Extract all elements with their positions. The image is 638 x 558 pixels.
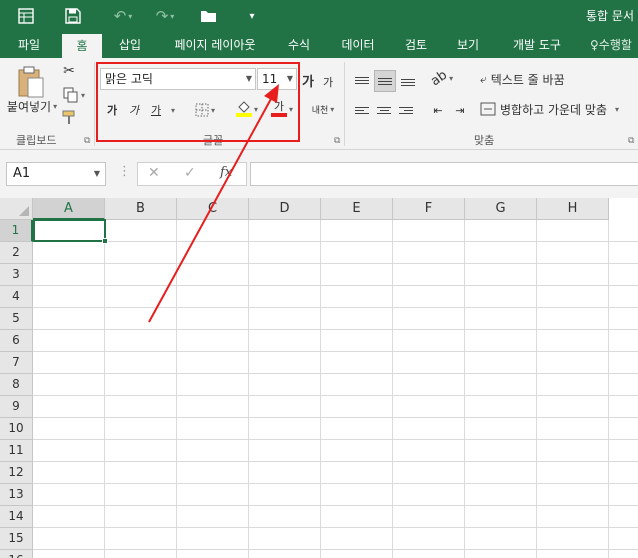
clipboard-launcher-icon[interactable]: ⧉ [84, 136, 90, 146]
decrease-indent-icon[interactable]: ⇤ [428, 100, 448, 120]
group-divider [344, 62, 345, 146]
column-header-b[interactable]: B [105, 198, 177, 220]
row-header-11[interactable]: 11 [0, 440, 33, 462]
orientation-icon: ab [428, 67, 450, 89]
align-center-button[interactable] [374, 100, 394, 120]
align-middle-icon [378, 77, 392, 85]
active-cell-a1[interactable] [33, 219, 106, 242]
align-bottom-button[interactable] [398, 72, 418, 92]
worksheet-grid: ABCDEFGH 12345678910111213141516 [0, 198, 638, 558]
column-header-h[interactable]: H [537, 198, 609, 220]
phonetic-guide-button[interactable]: 내천 ▾ [306, 98, 340, 120]
alignment-group-label: 맞춤 [474, 134, 495, 147]
redo-icon[interactable]: ↷ ▾ [148, 0, 182, 32]
row-header-4[interactable]: 4 [0, 286, 33, 308]
orientation-button[interactable]: ab ▾ [428, 67, 456, 89]
title-bar: ↶ ▾ ↷ ▾ ▾ 통합 문서 [0, 0, 638, 32]
column-header-g[interactable]: G [465, 198, 537, 220]
tab-data[interactable]: 데이터 [330, 32, 386, 58]
annotation-highlight-box [96, 62, 300, 142]
tab-file[interactable]: 파일 [6, 32, 52, 58]
alignment-launcher-icon[interactable]: ⧉ [628, 136, 634, 146]
increase-indent-icon[interactable]: ⇥ [450, 100, 470, 120]
row-header-14[interactable]: 14 [0, 506, 33, 528]
enter-icon[interactable]: ✓ [184, 165, 196, 181]
align-center-icon [377, 106, 391, 114]
align-right-button[interactable] [396, 100, 416, 120]
row-header-3[interactable]: 3 [0, 264, 33, 286]
formula-bar: A1 ▼ ⋮ ✕ ✓ fx [0, 150, 638, 198]
copy-button[interactable]: ▾ [58, 86, 90, 104]
lightbulb-icon: ♀ [590, 38, 599, 52]
row-header-6[interactable]: 6 [0, 330, 33, 352]
name-box[interactable]: A1 ▼ [6, 162, 106, 186]
formula-buttons: ✕ ✓ fx [137, 162, 247, 186]
document-title: 통합 문서 [586, 9, 634, 23]
row-header-8[interactable]: 8 [0, 374, 33, 396]
decrease-font-button[interactable]: 가 [320, 73, 336, 91]
merge-center-button[interactable]: 병합하고 가운데 맞춤 ▾ [480, 98, 636, 120]
tab-page-layout[interactable]: 페이지 레이아웃 [160, 32, 270, 58]
paste-button[interactable] [8, 64, 54, 100]
column-header-a[interactable]: A [33, 198, 105, 220]
align-right-icon [399, 106, 413, 114]
cancel-icon[interactable]: ✕ [148, 165, 160, 181]
row-header-1[interactable]: 1 [0, 220, 33, 242]
select-all-button[interactable] [0, 198, 33, 220]
cut-icon[interactable]: ✂ [60, 62, 78, 80]
tab-review[interactable]: 검토 [394, 32, 438, 58]
row-header-5[interactable]: 5 [0, 308, 33, 330]
row-header-10[interactable]: 10 [0, 418, 33, 440]
align-middle-button[interactable] [374, 70, 396, 92]
row-header-15[interactable]: 15 [0, 528, 33, 550]
wrap-text-button[interactable]: ⤶ 텍스트 줄 바꿈 [480, 68, 590, 90]
tab-insert[interactable]: 삽입 [108, 32, 152, 58]
align-left-button[interactable] [352, 100, 372, 120]
row-header-7[interactable]: 7 [0, 352, 33, 374]
splitter-handle[interactable]: ⋮ [118, 164, 131, 179]
column-header-e[interactable]: E [321, 198, 393, 220]
save-icon[interactable] [60, 0, 86, 32]
align-top-button[interactable] [352, 70, 372, 90]
wrap-text-icon: ⤶ [480, 71, 487, 86]
row-header-16[interactable]: 16 [0, 550, 33, 558]
clipboard-icon [18, 66, 44, 98]
fill-handle[interactable] [102, 238, 108, 244]
increase-font-button[interactable]: 가 [300, 70, 316, 90]
copy-icon [63, 87, 78, 103]
chevron-down-icon: ▼ [93, 169, 100, 178]
worksheet-icon [14, 0, 38, 32]
row-header-2[interactable]: 2 [0, 242, 33, 264]
paste-label[interactable]: 붙여넣기 ▾ [4, 98, 60, 114]
font-launcher-icon[interactable]: ⧉ [334, 136, 340, 146]
formula-input[interactable] [250, 162, 638, 186]
cells-area[interactable] [33, 220, 638, 558]
align-left-icon [355, 106, 369, 114]
align-bottom-icon [401, 78, 415, 86]
tell-me-search[interactable]: ♀수행할 [590, 32, 638, 58]
open-folder-icon[interactable] [196, 0, 222, 32]
tab-developer[interactable]: 개발 도구 [500, 32, 574, 58]
ribbon-tabs: 파일 홈 삽입 페이지 레이아웃 수식 데이터 검토 보기 개발 도구 ♀수행할 [0, 32, 638, 58]
merge-icon [480, 102, 496, 116]
row-header-13[interactable]: 13 [0, 484, 33, 506]
customize-icon[interactable]: ▾ [244, 0, 260, 32]
column-header-d[interactable]: D [249, 198, 321, 220]
column-header-f[interactable]: F [393, 198, 465, 220]
undo-icon[interactable]: ↶ ▾ [106, 0, 140, 32]
row-header-12[interactable]: 12 [0, 462, 33, 484]
format-painter-icon[interactable] [60, 108, 78, 126]
ribbon-home: 붙여넣기 ▾ ✂ ▾ 클립보드 ⧉ 맑은 고딕 ▼ 11 ▼ 가 가 가 가 가 ▾ … [0, 58, 638, 150]
tab-formulas[interactable]: 수식 [278, 32, 320, 58]
tab-view[interactable]: 보기 [446, 32, 490, 58]
row-header-9[interactable]: 9 [0, 396, 33, 418]
group-divider [94, 62, 95, 146]
insert-function-icon[interactable]: fx [220, 165, 232, 180]
column-header-c[interactable]: C [177, 198, 249, 220]
tab-home[interactable]: 홈 [62, 34, 102, 58]
align-top-icon [355, 76, 369, 84]
clipboard-group-label: 클립보드 [16, 134, 57, 147]
